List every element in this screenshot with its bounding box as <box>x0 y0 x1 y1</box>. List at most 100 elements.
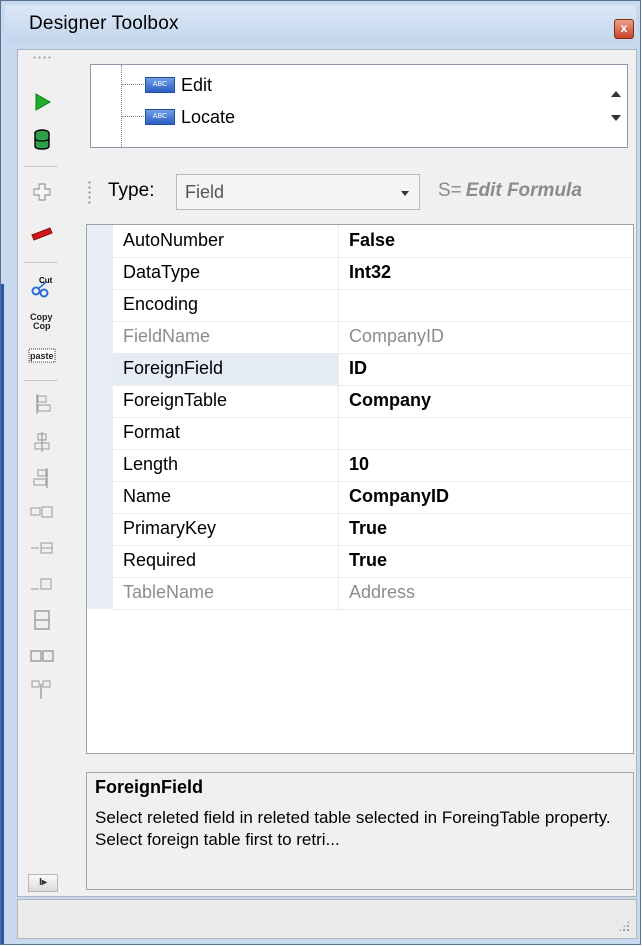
toolbar-separator <box>24 380 58 381</box>
paste-icon: paste <box>28 348 56 363</box>
textbox-icon: ABC <box>145 77 175 93</box>
property-value[interactable]: Address <box>349 577 415 609</box>
property-row[interactable]: FieldName CompanyID <box>113 321 633 354</box>
svg-text:Cop: Cop <box>33 321 51 331</box>
title-bar[interactable]: Designer Toolbox x <box>5 5 636 43</box>
type-label: Type: <box>108 180 155 201</box>
property-value[interactable]: CompanyID <box>349 481 449 513</box>
tree-icon <box>31 680 51 699</box>
remove-button[interactable] <box>28 220 56 248</box>
property-value[interactable]: Int32 <box>349 257 391 289</box>
remove-icon <box>31 227 53 241</box>
align-left-icon <box>36 394 51 414</box>
close-button[interactable]: x <box>614 19 634 39</box>
scroll-up-arrow-icon[interactable] <box>611 91 621 97</box>
tree-item-locate[interactable]: ABC Locate <box>91 105 235 129</box>
tree-view[interactable]: ABC Edit ABC Locate <box>90 64 628 148</box>
property-value[interactable]: True <box>349 513 387 545</box>
description-text: Select releted field in releted table se… <box>95 808 611 849</box>
property-name: ForeignTable <box>113 385 339 417</box>
copy-icon: CopyCop <box>30 312 53 331</box>
property-value[interactable]: Company <box>349 385 431 417</box>
property-grid[interactable]: AutoNumber False DataType Int32 Encoding Fiel… <box>86 224 634 754</box>
add-icon <box>33 183 51 201</box>
property-value[interactable]: False <box>349 225 395 257</box>
tree-item-edit[interactable]: ABC Edit <box>91 73 212 97</box>
property-value[interactable]: ID <box>349 353 367 385</box>
toolbox-body: Cut Copy Cop paste I▸ ABC Edit ABC Locat… <box>17 49 637 897</box>
window-title: Designer Toolbox <box>29 13 179 34</box>
edit-formula-button[interactable]: S= Edit Formula <box>438 180 582 202</box>
property-value[interactable]: 10 <box>349 449 369 481</box>
property-row[interactable]: Format <box>113 417 633 450</box>
property-row[interactable]: AutoNumber False <box>113 225 633 258</box>
align-center-button[interactable] <box>28 428 56 456</box>
align-right-icon <box>33 468 48 488</box>
cut-icon: Cut <box>31 276 53 298</box>
property-name: FieldName <box>113 321 339 353</box>
left-toolbar: Cut Copy Cop paste I▸ <box>18 50 82 896</box>
toolbar-expand-button[interactable]: I▸ <box>28 874 58 892</box>
property-row[interactable]: Encoding <box>113 289 633 322</box>
split-horizontal-icon <box>30 650 54 662</box>
property-row[interactable]: ForeignTable Company <box>113 385 633 418</box>
property-name: AutoNumber <box>113 225 339 257</box>
label-bottom-icon <box>31 578 52 590</box>
property-row[interactable]: ForeignField ID <box>113 353 633 386</box>
cut-button[interactable]: Cut <box>28 272 56 300</box>
tree-button[interactable] <box>28 676 56 704</box>
chevron-down-icon <box>401 191 409 196</box>
split-horizontal-button[interactable] <box>28 642 56 670</box>
description-title: ForeignField <box>95 777 203 797</box>
property-name: Name <box>113 481 339 513</box>
run-button[interactable] <box>28 88 56 116</box>
tree-scrollbar[interactable] <box>605 65 627 147</box>
scroll-down-arrow-icon[interactable] <box>611 115 621 121</box>
formula-icon: S= <box>438 180 462 201</box>
property-name: Format <box>113 417 339 449</box>
property-name: Encoding <box>113 289 339 321</box>
property-name: Length <box>113 449 339 481</box>
toolbar-separator <box>24 166 58 167</box>
align-center-icon <box>34 432 50 452</box>
split-vertical-icon <box>34 610 50 630</box>
designer-toolbox-window: Designer Toolbox x Cut Copy Cop paste I▸… <box>0 0 641 945</box>
property-row[interactable]: Length 10 <box>113 449 633 482</box>
paste-button[interactable]: paste <box>28 342 56 370</box>
property-row[interactable]: TableName Address <box>113 577 633 610</box>
side-scroll-accent <box>1 284 4 944</box>
type-toolbar: Type: Field S= Edit Formula <box>82 168 634 216</box>
property-name: PrimaryKey <box>113 513 339 545</box>
svg-text:Cut: Cut <box>39 276 53 285</box>
property-name: ForeignField <box>113 353 339 385</box>
edit-formula-label: Edit Formula <box>465 180 582 201</box>
type-select[interactable]: Field <box>176 174 420 210</box>
tree-item-label: Locate <box>181 106 236 127</box>
add-button[interactable] <box>28 178 56 206</box>
split-vertical-button[interactable] <box>28 606 56 634</box>
align-right-button[interactable] <box>28 464 56 492</box>
resize-grip-icon[interactable] <box>618 920 630 932</box>
run-icon <box>35 93 52 111</box>
label-left-button[interactable] <box>28 498 56 526</box>
property-value[interactable]: CompanyID <box>349 321 444 353</box>
toolbar-separator <box>24 262 58 263</box>
textbox-icon: ABC <box>145 109 175 125</box>
label-bottom-button[interactable] <box>28 570 56 598</box>
property-value[interactable]: True <box>349 545 387 577</box>
grid-margin-fill <box>87 225 113 609</box>
label-right-button[interactable] <box>28 534 56 562</box>
property-row[interactable]: PrimaryKey True <box>113 513 633 546</box>
property-row[interactable]: Required True <box>113 545 633 578</box>
property-name: DataType <box>113 257 339 289</box>
database-icon <box>34 129 50 150</box>
database-button[interactable] <box>28 126 56 154</box>
toolbar-grip[interactable] <box>32 56 52 59</box>
property-row[interactable]: Name CompanyID <box>113 481 633 514</box>
type-toolbar-grip[interactable] <box>88 180 91 204</box>
property-row[interactable]: DataType Int32 <box>113 257 633 290</box>
description-panel: ForeignField Select releted field in rel… <box>86 772 634 890</box>
tree-item-label: Edit <box>181 74 213 95</box>
copy-button[interactable]: Copy Cop <box>28 308 56 336</box>
align-left-button[interactable] <box>28 390 56 418</box>
